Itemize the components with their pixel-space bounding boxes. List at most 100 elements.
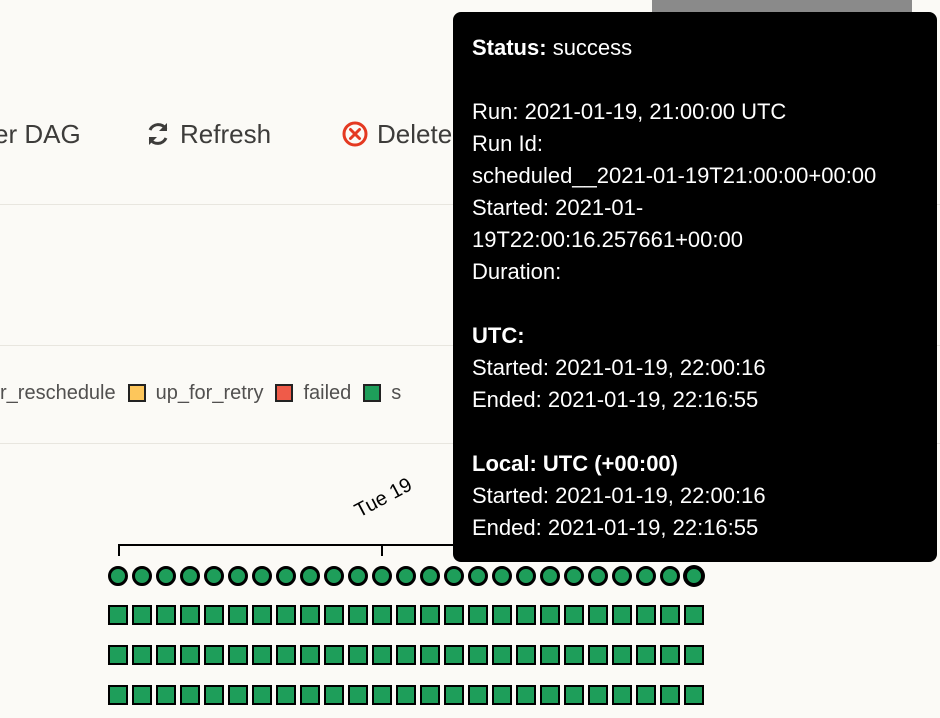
task-instance-square[interactable] [372, 645, 392, 665]
task-instance-square[interactable] [588, 645, 608, 665]
task-instance-square[interactable] [540, 645, 560, 665]
dag-run-circle[interactable] [324, 566, 344, 586]
task-instance-square[interactable] [180, 605, 200, 625]
task-instance-square[interactable] [276, 605, 296, 625]
task-instance-square[interactable] [492, 685, 512, 705]
task-instance-square[interactable] [156, 645, 176, 665]
task-instance-square[interactable] [564, 645, 584, 665]
task-instance-square[interactable] [324, 685, 344, 705]
dag-run-circle[interactable] [540, 566, 560, 586]
task-instance-square[interactable] [636, 645, 656, 665]
task-instance-square[interactable] [348, 645, 368, 665]
task-instance-square[interactable] [132, 605, 152, 625]
task-instance-square[interactable] [684, 685, 704, 705]
task-instance-square[interactable] [564, 685, 584, 705]
task-instance-square[interactable] [420, 685, 440, 705]
dag-run-circle[interactable] [156, 566, 176, 586]
task-instance-square[interactable] [228, 605, 248, 625]
task-instance-square[interactable] [396, 685, 416, 705]
task-instance-square[interactable] [156, 605, 176, 625]
task-instance-square[interactable] [636, 685, 656, 705]
task-instance-square[interactable] [684, 645, 704, 665]
task-instance-square[interactable] [348, 605, 368, 625]
task-instance-square[interactable] [276, 645, 296, 665]
dag-run-circle[interactable] [300, 566, 320, 586]
task-instance-square[interactable] [636, 605, 656, 625]
delete-button[interactable]: Delete [341, 112, 452, 156]
task-instance-square[interactable] [132, 645, 152, 665]
task-instance-square[interactable] [468, 645, 488, 665]
dag-run-circle[interactable] [564, 566, 584, 586]
dag-run-circle[interactable] [276, 566, 296, 586]
task-instance-square[interactable] [492, 605, 512, 625]
dag-run-circle[interactable] [468, 566, 488, 586]
task-instance-square[interactable] [300, 605, 320, 625]
task-instance-square[interactable] [420, 645, 440, 665]
task-instance-square[interactable] [612, 685, 632, 705]
task-instance-square[interactable] [660, 605, 680, 625]
task-instance-square[interactable] [228, 685, 248, 705]
task-instance-square[interactable] [108, 685, 128, 705]
dag-run-circle[interactable] [684, 566, 704, 586]
refresh-button[interactable]: Refresh [144, 112, 271, 156]
dag-run-circle[interactable] [108, 566, 128, 586]
task-instance-square[interactable] [588, 605, 608, 625]
dag-run-circle[interactable] [204, 566, 224, 586]
task-instance-square[interactable] [540, 685, 560, 705]
task-instance-square[interactable] [660, 685, 680, 705]
task-instance-square[interactable] [588, 685, 608, 705]
task-instance-square[interactable] [324, 605, 344, 625]
task-instance-square[interactable] [324, 645, 344, 665]
task-instance-square[interactable] [252, 605, 272, 625]
task-instance-square[interactable] [252, 645, 272, 665]
dag-run-circle[interactable] [588, 566, 608, 586]
dag-run-circle[interactable] [420, 566, 440, 586]
task-instance-square[interactable] [468, 685, 488, 705]
task-instance-square[interactable] [300, 685, 320, 705]
task-instance-square[interactable] [396, 605, 416, 625]
dag-run-circle[interactable] [372, 566, 392, 586]
task-instance-square[interactable] [660, 645, 680, 665]
task-instance-square[interactable] [108, 605, 128, 625]
dag-run-circle[interactable] [180, 566, 200, 586]
dag-run-circle[interactable] [492, 566, 512, 586]
task-instance-square[interactable] [348, 685, 368, 705]
task-instance-square[interactable] [180, 645, 200, 665]
task-instance-square[interactable] [516, 605, 536, 625]
task-instance-square[interactable] [156, 685, 176, 705]
task-instance-square[interactable] [204, 605, 224, 625]
task-instance-square[interactable] [372, 685, 392, 705]
task-instance-square[interactable] [132, 685, 152, 705]
dag-run-circle[interactable] [228, 566, 248, 586]
dag-run-circle[interactable] [348, 566, 368, 586]
task-instance-square[interactable] [228, 645, 248, 665]
task-instance-square[interactable] [516, 645, 536, 665]
task-instance-square[interactable] [468, 605, 488, 625]
task-instance-square[interactable] [564, 605, 584, 625]
task-instance-square[interactable] [180, 685, 200, 705]
task-instance-square[interactable] [252, 685, 272, 705]
task-instance-square[interactable] [276, 685, 296, 705]
trigger-dag-button[interactable]: er DAG [0, 112, 81, 156]
task-instance-square[interactable] [204, 685, 224, 705]
task-instance-square[interactable] [612, 605, 632, 625]
task-instance-square[interactable] [612, 645, 632, 665]
task-instance-square[interactable] [108, 645, 128, 665]
task-instance-square[interactable] [396, 645, 416, 665]
dag-run-circle[interactable] [396, 566, 416, 586]
task-instance-square[interactable] [540, 605, 560, 625]
task-instance-square[interactable] [300, 645, 320, 665]
task-instance-square[interactable] [516, 685, 536, 705]
task-instance-square[interactable] [444, 645, 464, 665]
dag-run-circle[interactable] [252, 566, 272, 586]
dag-run-circle[interactable] [660, 566, 680, 586]
task-instance-square[interactable] [372, 605, 392, 625]
task-instance-square[interactable] [444, 605, 464, 625]
dag-run-circle[interactable] [444, 566, 464, 586]
task-instance-square[interactable] [684, 605, 704, 625]
task-instance-square[interactable] [204, 645, 224, 665]
task-instance-square[interactable] [420, 605, 440, 625]
dag-run-circle[interactable] [132, 566, 152, 586]
dag-run-circle[interactable] [612, 566, 632, 586]
task-instance-square[interactable] [444, 685, 464, 705]
